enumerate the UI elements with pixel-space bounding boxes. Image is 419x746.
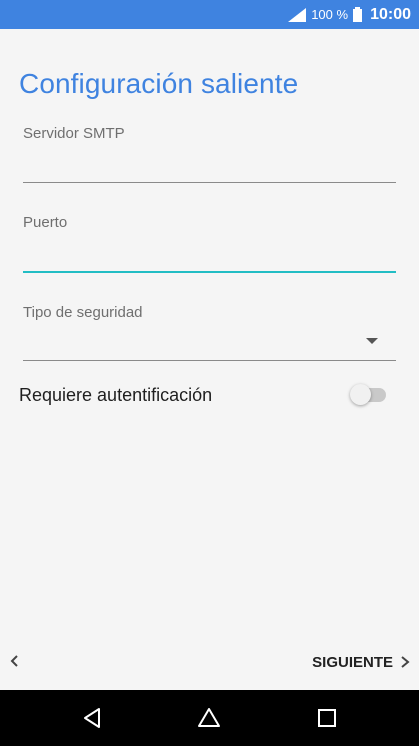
page-title: Configuración saliente — [19, 68, 299, 99]
battery-percent: 100 % — [311, 7, 349, 22]
recents-icon[interactable] — [315, 706, 339, 730]
signal-icon — [288, 7, 307, 22]
port-label: Puerto — [23, 214, 68, 231]
system-nav-bar — [0, 690, 419, 746]
chevron-right-icon — [401, 656, 410, 668]
next-button-label: SIGUIENTE — [312, 653, 393, 671]
status-bar: 100 % 10:00 — [0, 0, 419, 29]
chevron-down-icon[interactable] — [366, 338, 378, 344]
status-icons: 100 % 10:00 — [288, 0, 411, 29]
chevron-left-icon[interactable] — [6, 651, 26, 671]
back-triangle-icon[interactable] — [81, 706, 105, 730]
next-button[interactable]: SIGUIENTE — [312, 651, 411, 673]
port-field[interactable] — [23, 271, 396, 273]
battery-icon — [353, 7, 363, 22]
home-icon[interactable] — [197, 706, 221, 730]
security-type-dropdown[interactable] — [23, 360, 396, 361]
auth-required-label: Requiere autentificación — [19, 385, 213, 405]
smtp-server-field[interactable] — [23, 182, 396, 183]
smtp-server-label: Servidor SMTP — [23, 125, 125, 142]
toggle-thumb[interactable] — [350, 384, 371, 405]
status-time: 10:00 — [370, 5, 411, 23]
security-type-label: Tipo de seguridad — [23, 304, 143, 321]
